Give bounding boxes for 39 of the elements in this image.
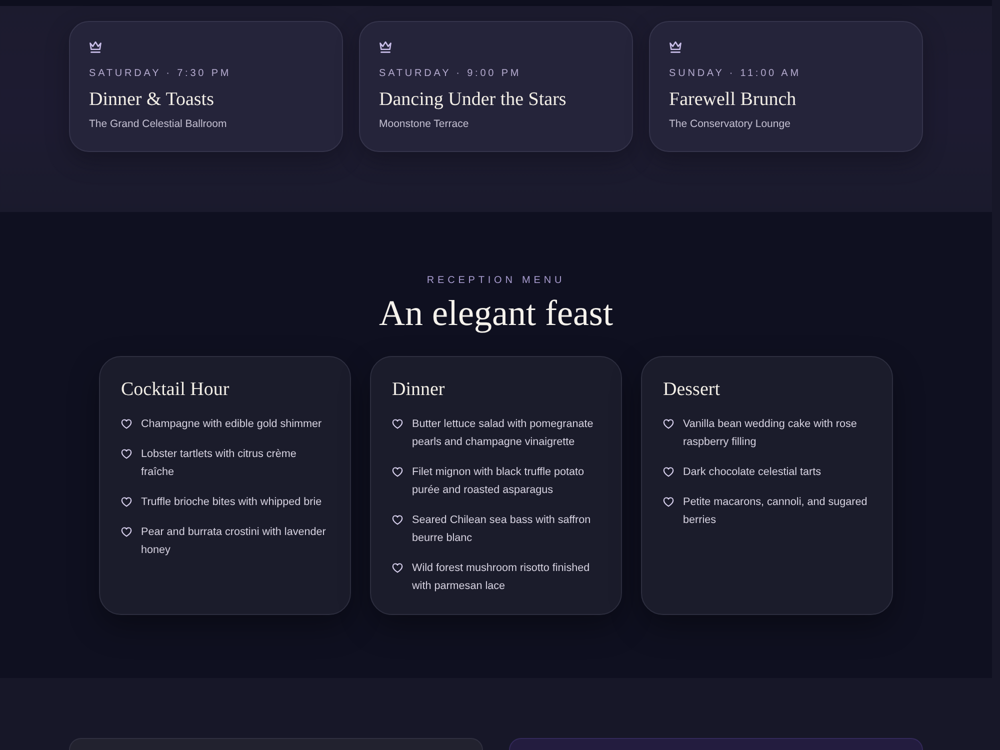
event-time: SATURDAY · 9:00 PM — [379, 67, 522, 80]
event-venue: Moonstone Terrace — [379, 118, 469, 131]
section-heading: An elegant feast — [379, 292, 613, 334]
course-title: Cocktail Hour — [121, 379, 230, 401]
heart-icon — [392, 467, 403, 477]
menu-item-text: Wild forest mushroom risotto finished with parmesan lace — [412, 561, 591, 594]
event-time: SUNDAY · 11:00 AM — [669, 67, 801, 80]
event-time: SATURDAY · 7:30 PM — [89, 67, 232, 80]
crown-icon — [379, 41, 392, 53]
heart-icon — [121, 497, 132, 507]
menu-item-text: Petite macarons, cannoli, and sugared berries — [683, 495, 868, 528]
heart-icon — [392, 419, 403, 429]
menu-item-text: Lobster tartlets with citrus crème fraîche — [141, 447, 298, 480]
section-eyebrow: RECEPTION MENU — [426, 274, 566, 287]
menu-item-text: Dark chocolate celestial tarts — [683, 465, 822, 480]
crown-icon — [669, 41, 682, 53]
menu-item-text: Truffle brioche bites with whipped brie — [141, 495, 322, 510]
course-title: Dessert — [663, 379, 720, 401]
heart-icon — [663, 419, 674, 429]
menu-item-text: Champagne with edible gold shimmer — [141, 417, 322, 432]
heart-icon — [663, 497, 674, 507]
event-title: Farewell Brunch — [669, 89, 796, 111]
menu-item-text: Butter lettuce salad with pomegranate pearls and champagne vinaigrette — [412, 417, 594, 450]
heart-icon — [392, 563, 403, 573]
course-title: Dinner — [392, 379, 445, 401]
event-venue: The Grand Celestial Ballroom — [89, 118, 227, 131]
heart-icon — [663, 467, 674, 477]
heart-icon — [392, 515, 403, 525]
event-venue: The Conservatory Lounge — [669, 118, 790, 131]
menu-item-text: Seared Chilean sea bass with saffron beurre blanc — [412, 513, 592, 546]
menu-item-text: Pear and burrata crostini with lavender honey — [141, 525, 327, 558]
menu-item-text: Vanilla bean wedding cake with rose raspberry filling — [683, 417, 858, 450]
heart-icon — [121, 449, 132, 459]
menu-item-text: Filet mignon with black truffle potato purée and roasted asparagus — [412, 465, 586, 498]
event-title: Dinner & Toasts — [89, 89, 214, 111]
event-title: Dancing Under the Stars — [379, 89, 566, 111]
crown-icon — [89, 41, 102, 53]
heart-icon — [121, 419, 132, 429]
heart-icon — [121, 527, 132, 537]
